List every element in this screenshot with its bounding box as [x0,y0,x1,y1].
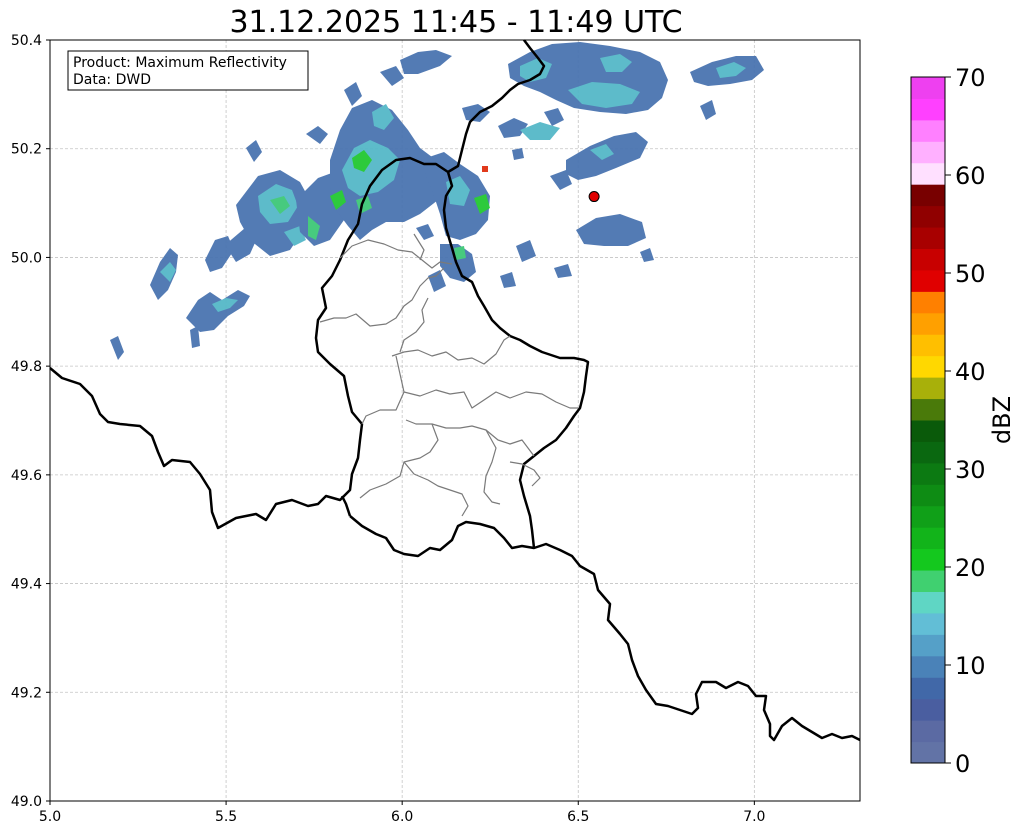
x-axis-ticks: 5.0 5.5 6.0 6.5 7.0 [39,801,765,825]
colorbar-segment [911,141,945,164]
colorbar-segment [911,462,945,485]
colorbar: 0 10 20 30 40 50 60 70 dBZ [910,64,1016,778]
colorbar-segment [911,355,945,378]
colorbar-tick-label: 0 [955,750,970,778]
map-plot-area: 5.0 5.5 6.0 6.5 7.0 49.0 49.2 49.4 49.6 49.8 50.0… [11,33,861,825]
colorbar-segment [911,334,945,357]
info-box-product: Product: Maximum Reflectivity [73,55,287,71]
y-tick-label: 49.6 [11,468,42,484]
colorbar-tick-label: 60 [955,162,986,190]
colorbar-ticks: 0 10 20 30 40 50 60 70 [945,64,986,778]
colorbar-segment [911,548,945,571]
y-tick-label: 49.2 [11,685,42,701]
colorbar-tick-label: 50 [955,260,986,288]
colorbar-tick-label: 70 [955,64,986,92]
map-title: 31.12.2025 11:45 - 11:49 UTC [229,5,682,40]
colorbar-segment [911,741,945,764]
radar-map-figure: 31.12.2025 11:45 - 11:49 UTC 5.0 5.5 6.0… [11,5,1016,825]
colorbar-segment [911,119,945,142]
info-box: Product: Maximum Reflectivity Data: DWD [67,50,309,91]
x-tick-label: 5.5 [215,809,237,825]
colorbar-segment [911,248,945,271]
colorbar-segment [911,291,945,314]
colorbar-segment [911,312,945,335]
y-tick-label: 49.0 [11,794,42,810]
colorbar-segment [911,398,945,421]
x-tick-label: 7.0 [743,809,765,825]
colorbar-segment [911,420,945,442]
map-background [50,40,860,801]
colorbar-tick-label: 40 [955,358,986,386]
colorbar-segment [911,377,945,400]
colorbar-tick-label: 10 [955,652,986,680]
y-axis-ticks: 49.0 49.2 49.4 49.6 49.8 50.0 50.2 50.4 [11,33,50,810]
colorbar-segment [911,98,945,121]
colorbar-segment [911,655,945,678]
colorbar-segment [911,698,945,721]
x-tick-label: 6.5 [567,809,589,825]
colorbar-segment [911,77,945,99]
colorbar-segment [911,634,945,657]
colorbar-segment [911,720,945,743]
location-marker [588,191,600,203]
colorbar-segment [911,484,945,507]
colorbar-tick-label: 20 [955,554,986,582]
y-tick-label: 50.0 [11,250,42,266]
colorbar-segments [911,77,945,764]
colorbar-segment [911,570,945,592]
colorbar-segment [911,227,945,249]
y-tick-label: 49.4 [11,577,42,593]
colorbar-segment [911,612,945,635]
colorbar-segment [911,184,945,207]
colorbar-segment [911,205,945,228]
y-tick-label: 50.2 [11,142,42,158]
info-box-source: Data: DWD [73,72,151,88]
colorbar-tick-label: 30 [955,456,986,484]
colorbar-segment [911,162,945,185]
colorbar-segment [911,441,945,464]
colorbar-segment [911,677,945,700]
colorbar-segment [911,505,945,528]
x-tick-label: 6.0 [391,809,413,825]
colorbar-segment [911,527,945,550]
x-tick-label: 5.0 [39,809,61,825]
y-tick-label: 50.4 [11,33,42,49]
colorbar-segment [911,269,945,292]
colorbar-segment [911,591,945,614]
y-tick-label: 49.8 [11,359,42,375]
colorbar-label: dBZ [988,396,1016,444]
